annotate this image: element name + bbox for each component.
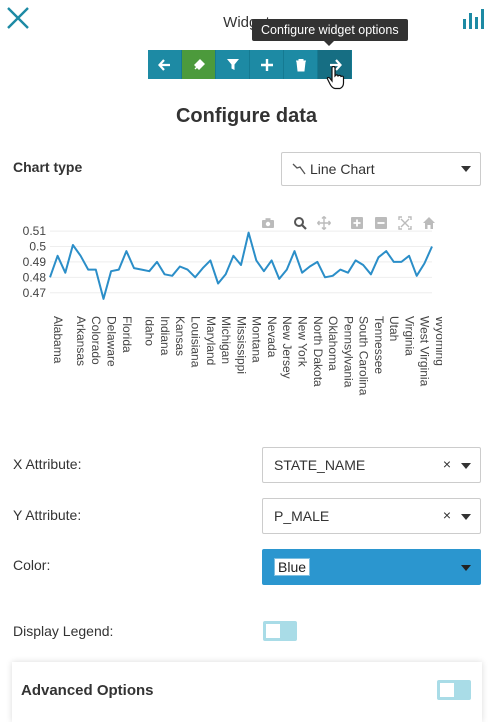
y-tick-label: 0.49 xyxy=(23,255,47,269)
x-tick-label: Utah xyxy=(387,316,401,341)
series-line xyxy=(49,231,433,300)
x-tick-label: Wyoming xyxy=(433,316,442,366)
x-tick-label: Mississippi xyxy=(234,316,248,374)
color-select[interactable]: Blue xyxy=(262,549,481,585)
x-attribute-select[interactable]: STATE_NAME × xyxy=(262,447,481,483)
y-tick-label: 0.47 xyxy=(23,286,47,300)
x-tick-label: South Carolina xyxy=(357,316,371,396)
x-tick-label: Idaho xyxy=(143,316,157,346)
x-tick-label: Maryland xyxy=(204,316,218,365)
x-tick-label: Louisiana xyxy=(189,316,203,368)
y-tick-label: 0.5 xyxy=(29,240,46,254)
cursor-hand-icon xyxy=(326,66,345,90)
x-tick-label: Pennsylvania xyxy=(341,316,355,388)
page-heading: Configure data xyxy=(175,105,318,127)
chevron-down-icon xyxy=(461,565,471,571)
plus-icon xyxy=(260,58,273,71)
x-tick-label: Delaware xyxy=(104,316,118,367)
y-tick-label: 0.48 xyxy=(23,270,47,284)
add-button[interactable] xyxy=(250,50,284,79)
x-tick-label: Montana xyxy=(250,316,264,363)
back-button[interactable] xyxy=(148,50,182,79)
y-attribute-value: P_MALE xyxy=(274,508,330,524)
color-label: Color: xyxy=(13,557,51,573)
x-tick-label: Colorado xyxy=(89,316,103,365)
plug-icon xyxy=(193,58,205,70)
x-tick-label: Florida xyxy=(120,316,134,353)
x-attribute-value: STATE_NAME xyxy=(274,457,366,473)
chart-type-label: Chart type xyxy=(13,159,83,175)
x-tick-label: Alabama xyxy=(51,316,65,364)
x-tick-label: West Virginia xyxy=(418,316,432,387)
bar-chart-icon[interactable] xyxy=(463,9,485,29)
trash-icon xyxy=(295,58,306,71)
clear-x-icon[interactable]: × xyxy=(443,456,451,472)
x-tick-label: Indiana xyxy=(158,316,172,356)
chevron-down-icon xyxy=(461,166,471,172)
x-tick-label: Arkansas xyxy=(74,316,88,366)
connect-button[interactable] xyxy=(182,50,216,79)
x-tick-label: Oklahoma xyxy=(326,316,340,371)
x-tick-label: New York xyxy=(295,316,309,368)
advanced-options-label: Advanced Options xyxy=(21,682,154,699)
tooltip: Configure widget options xyxy=(252,19,408,46)
y-tick-label: 0.51 xyxy=(23,224,47,238)
x-tick-label: North Dakota xyxy=(311,316,325,387)
x-tick-label: Virginia xyxy=(402,316,416,356)
window-title: Widget xyxy=(223,14,270,31)
x-tick-label: Nevada xyxy=(265,316,279,358)
filter-icon xyxy=(226,58,239,70)
x-tick-label: Kansas xyxy=(173,316,187,356)
chevron-down-icon xyxy=(461,463,471,469)
y-attribute-label: Y Attribute: xyxy=(13,507,82,523)
display-legend-toggle[interactable] xyxy=(263,621,297,641)
x-tick-label: Michigan xyxy=(219,316,233,364)
x-attribute-label: X Attribute: xyxy=(13,456,82,472)
arrow-left-icon xyxy=(157,58,170,71)
x-tick-label: Tennessee xyxy=(372,316,386,374)
clear-y-icon[interactable]: × xyxy=(443,507,451,523)
widget-toolbar xyxy=(148,50,352,79)
line-chart: 0.47 0.480.490.5 0.51 Alabama Arkansas Colora… xyxy=(23,224,442,396)
display-legend-label: Display Legend: xyxy=(13,623,114,639)
chevron-down-icon xyxy=(461,514,471,520)
chart-type-select[interactable]: Line Chart xyxy=(281,152,481,186)
line-chart-icon xyxy=(292,163,306,175)
advanced-options-toggle[interactable] xyxy=(437,680,471,700)
color-value: Blue xyxy=(274,558,311,576)
delete-button[interactable] xyxy=(284,50,318,79)
filter-button[interactable] xyxy=(216,50,250,79)
x-tick-label: New Jersey xyxy=(280,316,294,379)
y-attribute-select[interactable]: P_MALE × xyxy=(262,498,481,534)
chart-type-value: Line Chart xyxy=(310,161,375,177)
